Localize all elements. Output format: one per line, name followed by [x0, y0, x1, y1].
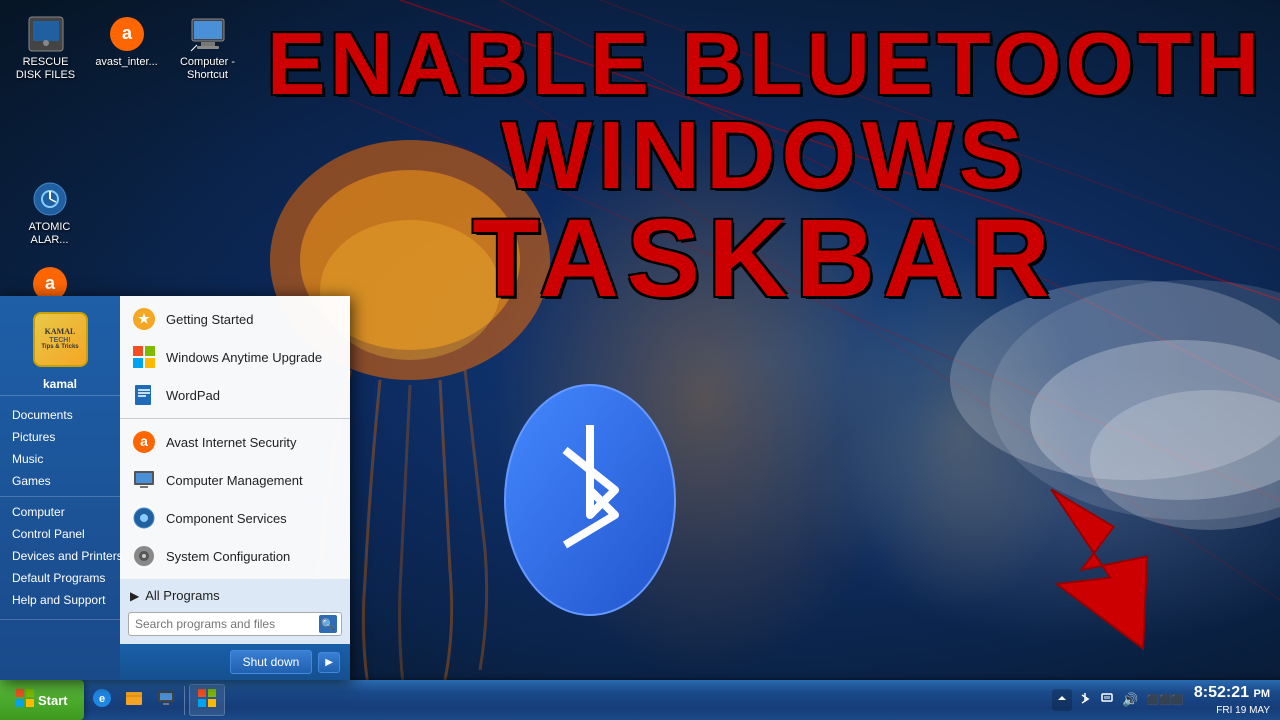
- desktop-icon-computer[interactable]: Computer - Shortcut: [170, 10, 245, 86]
- start-link-help[interactable]: Help and Support: [0, 589, 120, 611]
- system-clock[interactable]: 8:52:21 PM FRI 19 MAY: [1190, 683, 1274, 717]
- shutdown-bar: Shut down ▶: [120, 644, 350, 680]
- taskbar-start-icon: [198, 689, 216, 712]
- start-menu-bottom: ▶ All Programs 🔍: [120, 579, 350, 644]
- start-item-windows-upgrade[interactable]: Windows Anytime Upgrade: [120, 338, 350, 376]
- start-menu-pinned: ★ Getting Started Windows Anytime Upgrad…: [120, 296, 350, 579]
- search-input[interactable]: [133, 615, 319, 633]
- rescue-disk-icon: [26, 14, 66, 54]
- desktop-icon-atomic-alarm[interactable]: ATOMIC ALAR...: [12, 175, 87, 251]
- atomic-alarm-icon: [30, 179, 70, 219]
- start-link-control-panel[interactable]: Control Panel: [0, 523, 120, 545]
- windows-logo-icon: [16, 689, 34, 712]
- search-button[interactable]: 🔍: [319, 615, 337, 633]
- system-tray: 🔊 ⬛⬛⬛ 8:52:21 PM FRI 19 MAY: [1046, 680, 1280, 720]
- start-item-getting-started[interactable]: ★ Getting Started: [120, 300, 350, 338]
- svg-text:★: ★: [138, 311, 150, 326]
- component-services-icon: [130, 504, 158, 532]
- svg-text:a: a: [121, 23, 132, 43]
- svg-text:a: a: [140, 433, 148, 449]
- ql-explorer-icon[interactable]: [120, 686, 148, 715]
- tray-volume-icon[interactable]: 🔊: [1120, 690, 1140, 710]
- avast-label: avast_inter...: [95, 56, 157, 69]
- start-item-avast[interactable]: a Avast Internet Security: [120, 423, 350, 461]
- tray-misc-icons: ⬛⬛⬛: [1145, 693, 1186, 708]
- getting-started-icon: ★: [130, 305, 158, 333]
- all-programs-arrow-icon: ▶: [130, 589, 139, 603]
- start-item-computer-mgmt[interactable]: Computer Management: [120, 461, 350, 499]
- clock-date: FRI 19 MAY: [1194, 704, 1270, 717]
- computer-mgmt-icon: [130, 466, 158, 494]
- system-config-icon: [130, 542, 158, 570]
- taskbar-apps: [185, 684, 1047, 716]
- start-menu-left-panel: ★ Getting Started Windows Anytime Upgrad…: [120, 296, 350, 680]
- computer-shortcut-icon: [188, 14, 228, 54]
- ql-network-icon[interactable]: [152, 686, 180, 715]
- ql-ie-icon[interactable]: e: [88, 686, 116, 715]
- all-programs-button[interactable]: ▶ All Programs: [120, 583, 350, 608]
- start-link-devices[interactable]: Devices and Printers: [0, 545, 120, 567]
- start-item-wordpad[interactable]: WordPad: [120, 376, 350, 414]
- desktop: ENABLE BLUETOOTH WINDOWS TASKBAR RESCUE …: [0, 0, 1280, 720]
- taskbar: Start e: [0, 680, 1280, 720]
- start-item-system-config[interactable]: System Configuration: [120, 537, 350, 575]
- start-menu-username: kamal: [31, 373, 89, 395]
- wordpad-icon: [130, 381, 158, 409]
- clock-time: 8:52:21 PM: [1194, 683, 1270, 704]
- svg-text:a: a: [44, 273, 55, 293]
- start-menu: KAMAL TECH! Tips & Tricks kamal Document…: [0, 296, 350, 680]
- svg-text:e: e: [99, 693, 105, 705]
- start-button[interactable]: Start: [0, 680, 84, 720]
- avast-icon: a: [107, 14, 147, 54]
- rescue-disk-label: RESCUE DISK FILES: [12, 56, 79, 82]
- search-box: 🔍: [128, 612, 342, 636]
- start-link-pictures[interactable]: Pictures: [0, 426, 120, 448]
- bluetooth-icon-large: [490, 370, 690, 630]
- start-menu-user-avatar: KAMAL TECH! Tips & Tricks: [33, 312, 88, 367]
- start-label: Start: [38, 693, 68, 708]
- start-link-games[interactable]: Games: [0, 470, 120, 492]
- atomic-alarm-label: ATOMIC ALAR...: [16, 221, 83, 247]
- start-link-default-programs[interactable]: Default Programs: [0, 567, 120, 589]
- computer-shortcut-label: Computer - Shortcut: [174, 56, 241, 82]
- shutdown-arrow-button[interactable]: ▶: [318, 652, 340, 673]
- start-menu-links: Documents Pictures Music Games Computer …: [0, 395, 120, 620]
- avast-menu-icon: a: [130, 428, 158, 456]
- start-menu-right-panel: KAMAL TECH! Tips & Tricks kamal Document…: [0, 296, 120, 680]
- quick-launch: e: [84, 686, 185, 715]
- taskbar-app-start[interactable]: [189, 684, 225, 716]
- start-link-music[interactable]: Music: [0, 448, 120, 470]
- desktop-icon-avast[interactable]: a avast_inter...: [89, 10, 164, 86]
- tray-network-icon[interactable]: [1098, 690, 1116, 711]
- desktop-icon-rescue-disk[interactable]: RESCUE DISK FILES: [8, 10, 83, 86]
- start-link-documents[interactable]: Documents: [0, 404, 120, 426]
- shutdown-button[interactable]: Shut down: [230, 650, 313, 674]
- start-item-component-services[interactable]: Component Services: [120, 499, 350, 537]
- tray-bluetooth-icon[interactable]: [1076, 690, 1094, 711]
- start-divider-1: [120, 418, 350, 419]
- tray-expand-button[interactable]: [1052, 689, 1072, 711]
- windows-upgrade-icon: [130, 343, 158, 371]
- desktop-icons-row1: RESCUE DISK FILES a avast_inter...: [8, 10, 245, 86]
- start-link-computer[interactable]: Computer: [0, 501, 120, 523]
